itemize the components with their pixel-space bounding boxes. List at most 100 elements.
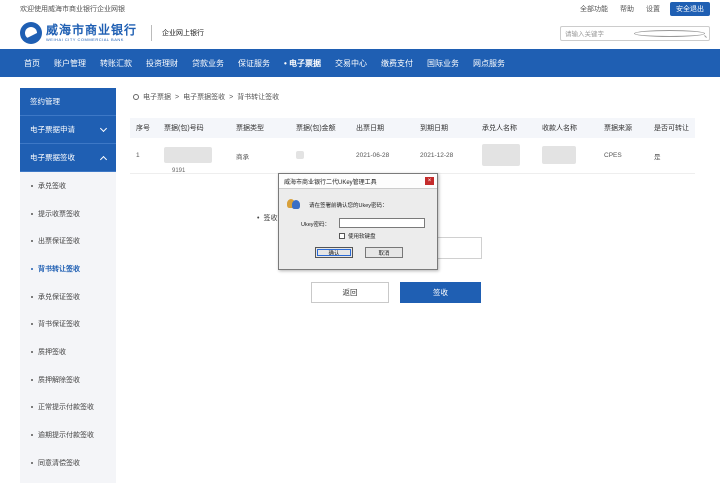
sign-form-label: • 签收: [257, 213, 277, 223]
cell-source: CPES: [604, 152, 622, 159]
sidebar-item-issue-guarantee[interactable]: 出票保证签收: [20, 227, 116, 255]
confirm-button[interactable]: 确认: [315, 247, 353, 258]
sidebar-item-label: 背书保证签收: [38, 321, 80, 329]
nav-payments[interactable]: 缴费支付: [381, 58, 413, 69]
col-header: 票据(包)金额: [296, 125, 336, 132]
sidebar-item-acceptance-guarantee[interactable]: 承兑保证签收: [20, 283, 116, 311]
sidebar-item-endorsement[interactable]: 背书转让签收: [20, 255, 116, 283]
cell-payee-redacted: [542, 145, 604, 166]
checkbox-label: 使用软键盘: [348, 234, 376, 240]
cell-issue-date: 2021-06-28: [356, 152, 390, 159]
cell-seq: 1: [136, 152, 140, 159]
sidebar-head-apply[interactable]: 电子票据申请: [20, 116, 116, 144]
table-row[interactable]: 1 商承 2021-06-28 2021-12-28 CPES 是: [130, 138, 695, 174]
col-header: 票据类型: [236, 125, 264, 132]
nav-branches[interactable]: 网点服务: [473, 58, 505, 69]
bullet-icon: [31, 461, 33, 464]
col-header: 序号: [136, 125, 150, 132]
sidebar-item-receipt-prompt[interactable]: 提示收票签收: [20, 200, 116, 228]
sidebar-head-receive[interactable]: 电子票据签收: [20, 144, 116, 172]
search-icon[interactable]: [634, 29, 705, 37]
back-button[interactable]: 返回: [311, 282, 389, 303]
nav-investment[interactable]: 投资理财: [146, 58, 178, 69]
bullet-icon: [31, 212, 33, 215]
sidebar-item-label: 出票保证签收: [38, 238, 80, 246]
col-header: 票据(包)号码: [164, 125, 204, 132]
bullet-icon: [31, 350, 33, 353]
ukey-password-field[interactable]: [339, 218, 425, 228]
cell-bill-number-redacted: [156, 146, 236, 165]
chevron-down-icon: [99, 124, 108, 132]
nav-e-bills[interactable]: • 电子票据: [284, 58, 321, 69]
nav-transfer[interactable]: 转账汇款: [100, 58, 132, 69]
bank-logo: 威海市商业银行 WEIHAI CITY COMMERCIAL BANK: [46, 23, 138, 43]
breadcrumb: 电子票据 > 电子票据签收 > 背书转让签收: [133, 92, 279, 102]
breadcrumb-item[interactable]: 电子票据签收: [183, 92, 225, 102]
search-placeholder: 请输入关键字: [565, 31, 604, 38]
nav-guarantee[interactable]: 保证服务: [238, 58, 270, 69]
sidebar-item-normal-payment[interactable]: 正常提示付款签收: [20, 394, 116, 422]
col-header: 出票日期: [356, 125, 384, 132]
bank-name: 威海市商业银行: [46, 23, 138, 37]
sidebar-item-settlement[interactable]: 同意清偿签收: [20, 449, 116, 477]
sidebar-head-contract[interactable]: 签约管理: [20, 88, 116, 116]
sign-button[interactable]: 签收: [400, 282, 481, 303]
password-label: Ukey密码：: [301, 222, 331, 228]
bullet-icon: [31, 406, 33, 409]
col-header: 到期日期: [420, 125, 448, 132]
bullet-icon: [31, 378, 33, 381]
sidebar-head-label: 电子票据申请: [30, 125, 75, 134]
bill-table: 序号 票据(包)号码 票据类型 票据(包)金额 出票日期 到期日期 承兑人名称 …: [130, 118, 695, 174]
cell-amount-redacted: [296, 150, 356, 161]
dialog-title: 威海市商业银行二代UKey管理工具: [284, 179, 377, 186]
col-header: 票据来源: [604, 125, 632, 132]
main-nav: 首页 账户管理 转账汇款 投资理财 贷款业务 保证服务 • 电子票据 交易中心 …: [0, 49, 720, 77]
sidebar-item-label: 承兑签收: [38, 182, 66, 190]
nav-loans[interactable]: 贷款业务: [192, 58, 224, 69]
breadcrumb-item[interactable]: 电子票据: [143, 92, 171, 102]
form-label-text: 签收: [263, 215, 278, 222]
sidebar-item-pledge[interactable]: 质押签收: [20, 338, 116, 366]
sidebar-item-label: 逾期提示付款签收: [38, 432, 94, 440]
sidebar-item-overdue-payment[interactable]: 逾期提示付款签收: [20, 421, 116, 449]
col-header: 是否可转让: [654, 125, 689, 132]
nav-international[interactable]: 国际业务: [427, 58, 459, 69]
ukey-dialog: 威海市商业银行二代UKey管理工具 × 请在签署前确认您的Ukey密码： Uke…: [278, 173, 438, 270]
nav-home[interactable]: 首页: [24, 58, 40, 69]
location-icon: [133, 94, 139, 100]
sidebar-item-label: 提示收票签收: [38, 210, 80, 218]
soft-keyboard-checkbox[interactable]: 使用软键盘: [339, 232, 376, 240]
nav-trade-center[interactable]: 交易中心: [335, 58, 367, 69]
sidebar-item-pledge-release[interactable]: 质押解除签收: [20, 366, 116, 394]
close-icon[interactable]: ×: [425, 177, 434, 185]
sidebar-head-label: 签约管理: [30, 97, 60, 106]
bullet-icon: [31, 295, 33, 298]
search-input[interactable]: 请输入关键字: [560, 25, 710, 41]
cell-acceptor-redacted: [482, 143, 542, 168]
cell-due-date: 2021-12-28: [420, 152, 454, 159]
dialog-body: 请在签署前确认您的Ukey密码： Ukey密码： 使用软键盘 确认 取消: [279, 189, 437, 269]
logout-button[interactable]: 安全退出: [670, 1, 710, 16]
top-bar: 欢迎使用威海市商业银行企业网银 全部功能 帮助 设置 安全退出: [0, 0, 720, 17]
breadcrumb-sep: >: [175, 93, 180, 101]
table-header: 序号 票据(包)号码 票据类型 票据(包)金额 出票日期 到期日期 承兑人名称 …: [130, 118, 695, 138]
sidebar-item-label: 质押签收: [38, 348, 66, 356]
all-functions-link[interactable]: 全部功能: [580, 4, 608, 14]
bullet-icon: •: [257, 214, 260, 222]
site-subtitle: 企业网上银行: [162, 30, 205, 37]
dialog-prompt: 请在签署前确认您的Ukey密码：: [309, 203, 388, 209]
dialog-titlebar[interactable]: 威海市商业银行二代UKey管理工具 ×: [279, 174, 437, 189]
bullet-icon: [31, 267, 33, 270]
bank-logo-icon: [20, 22, 42, 44]
sidebar-head-label: 电子票据签收: [30, 153, 75, 162]
cancel-button[interactable]: 取消: [365, 247, 403, 258]
settings-link[interactable]: 设置: [646, 4, 660, 14]
sidebar-item-label: 正常提示付款签收: [38, 404, 94, 412]
bullet-icon: [31, 434, 33, 437]
help-link[interactable]: 帮助: [620, 4, 634, 14]
sidebar-item-acceptance[interactable]: 承兑签收: [20, 172, 116, 200]
nav-accounts[interactable]: 账户管理: [54, 58, 86, 69]
sidebar-item-endorse-guarantee[interactable]: 背书保证签收: [20, 310, 116, 338]
checkbox-icon[interactable]: [339, 233, 345, 239]
bank-name-en: WEIHAI CITY COMMERCIAL BANK: [46, 37, 124, 42]
